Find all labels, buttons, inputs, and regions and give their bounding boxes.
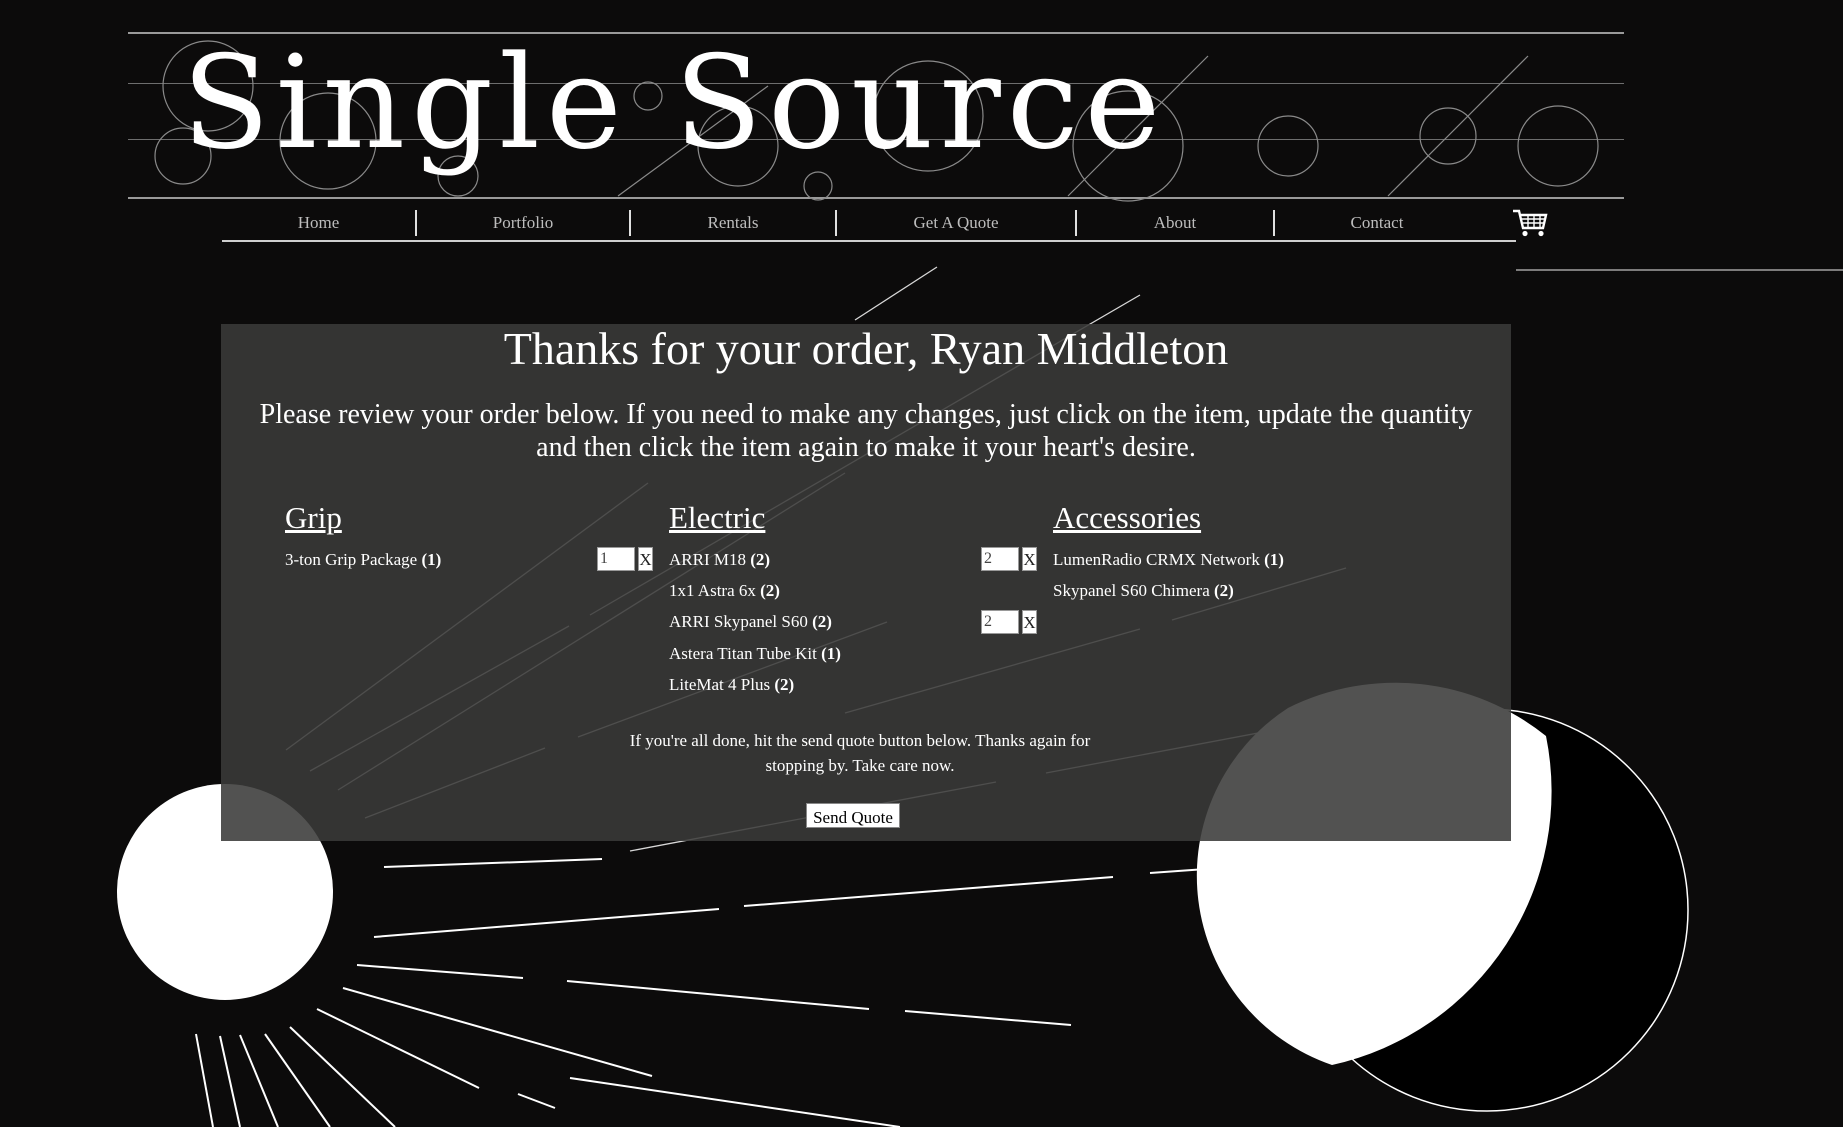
quantity-input[interactable] <box>981 610 1019 634</box>
item-name: ARRI Skypanel S60 <box>669 612 808 631</box>
item-qty: (2) <box>1214 581 1234 600</box>
order-item[interactable]: LiteMat 4 Plus (2) <box>669 669 794 700</box>
column-heading-accessories: Accessories <box>1053 500 1202 535</box>
nav-rentals[interactable]: Rentals <box>631 205 835 240</box>
remove-item-button[interactable]: X <box>1022 547 1037 571</box>
nav-portfolio[interactable]: Portfolio <box>417 205 629 240</box>
sun-rays <box>195 858 1221 1127</box>
item-qty: (1) <box>1264 550 1284 569</box>
item-name: Astera Titan Tube Kit <box>669 644 817 663</box>
item-qty: (2) <box>760 581 780 600</box>
column-heading-electric: Electric <box>669 500 766 535</box>
order-item[interactable]: 3-ton Grip Package (1) <box>285 544 441 575</box>
order-intro-text: Please review your order below. If you n… <box>259 399 1473 463</box>
order-item[interactable]: Skypanel S60 Chimera (2) <box>1053 575 1234 606</box>
item-qty: (2) <box>774 675 795 694</box>
item-qty: (1) <box>421 550 442 569</box>
item-qty: (2) <box>750 550 771 569</box>
item-qty: (2) <box>812 612 832 631</box>
nav-get-a-quote[interactable]: Get A Quote <box>837 205 1075 240</box>
nav-home[interactable]: Home <box>222 205 415 240</box>
site-logo[interactable]: Single Source <box>128 26 1624 202</box>
quantity-input[interactable] <box>597 547 635 571</box>
order-item[interactable]: ARRI Skypanel S60 (2) <box>669 606 832 637</box>
done-message: If you're all done, hit the send quote b… <box>629 731 1091 775</box>
logo-text: Single Source <box>182 29 1167 178</box>
item-name: 3-ton Grip Package <box>285 550 418 569</box>
order-item[interactable]: 1x1 Astra 6x (2) <box>669 575 780 606</box>
shopping-cart-icon[interactable] <box>1512 208 1548 238</box>
item-qty: (1) <box>821 644 841 663</box>
item-name: LumenRadio CRMX Network <box>1053 550 1260 569</box>
main-nav: Home Portfolio Rentals Get A Quote About… <box>222 205 1516 242</box>
column-heading-grip: Grip <box>285 500 342 535</box>
page-title: Thanks for your order, Ryan Middleton <box>503 323 1229 374</box>
nav-about[interactable]: About <box>1077 205 1273 240</box>
quantity-input[interactable] <box>981 547 1019 571</box>
item-name: 1x1 Astra 6x <box>669 581 756 600</box>
send-quote-button[interactable]: Send Quote <box>806 803 900 828</box>
order-item[interactable]: Astera Titan Tube Kit (1) <box>669 638 841 669</box>
item-name: Skypanel S60 Chimera <box>1053 581 1210 600</box>
item-name: LiteMat 4 Plus <box>669 675 771 694</box>
nav-contact[interactable]: Contact <box>1275 205 1479 240</box>
remove-item-button[interactable]: X <box>1022 610 1037 634</box>
order-item[interactable]: LumenRadio CRMX Network (1) <box>1053 544 1284 575</box>
remove-item-button[interactable]: X <box>638 547 653 571</box>
item-name: ARRI M18 <box>669 550 746 569</box>
order-item[interactable]: ARRI M18 (2) <box>669 544 770 575</box>
